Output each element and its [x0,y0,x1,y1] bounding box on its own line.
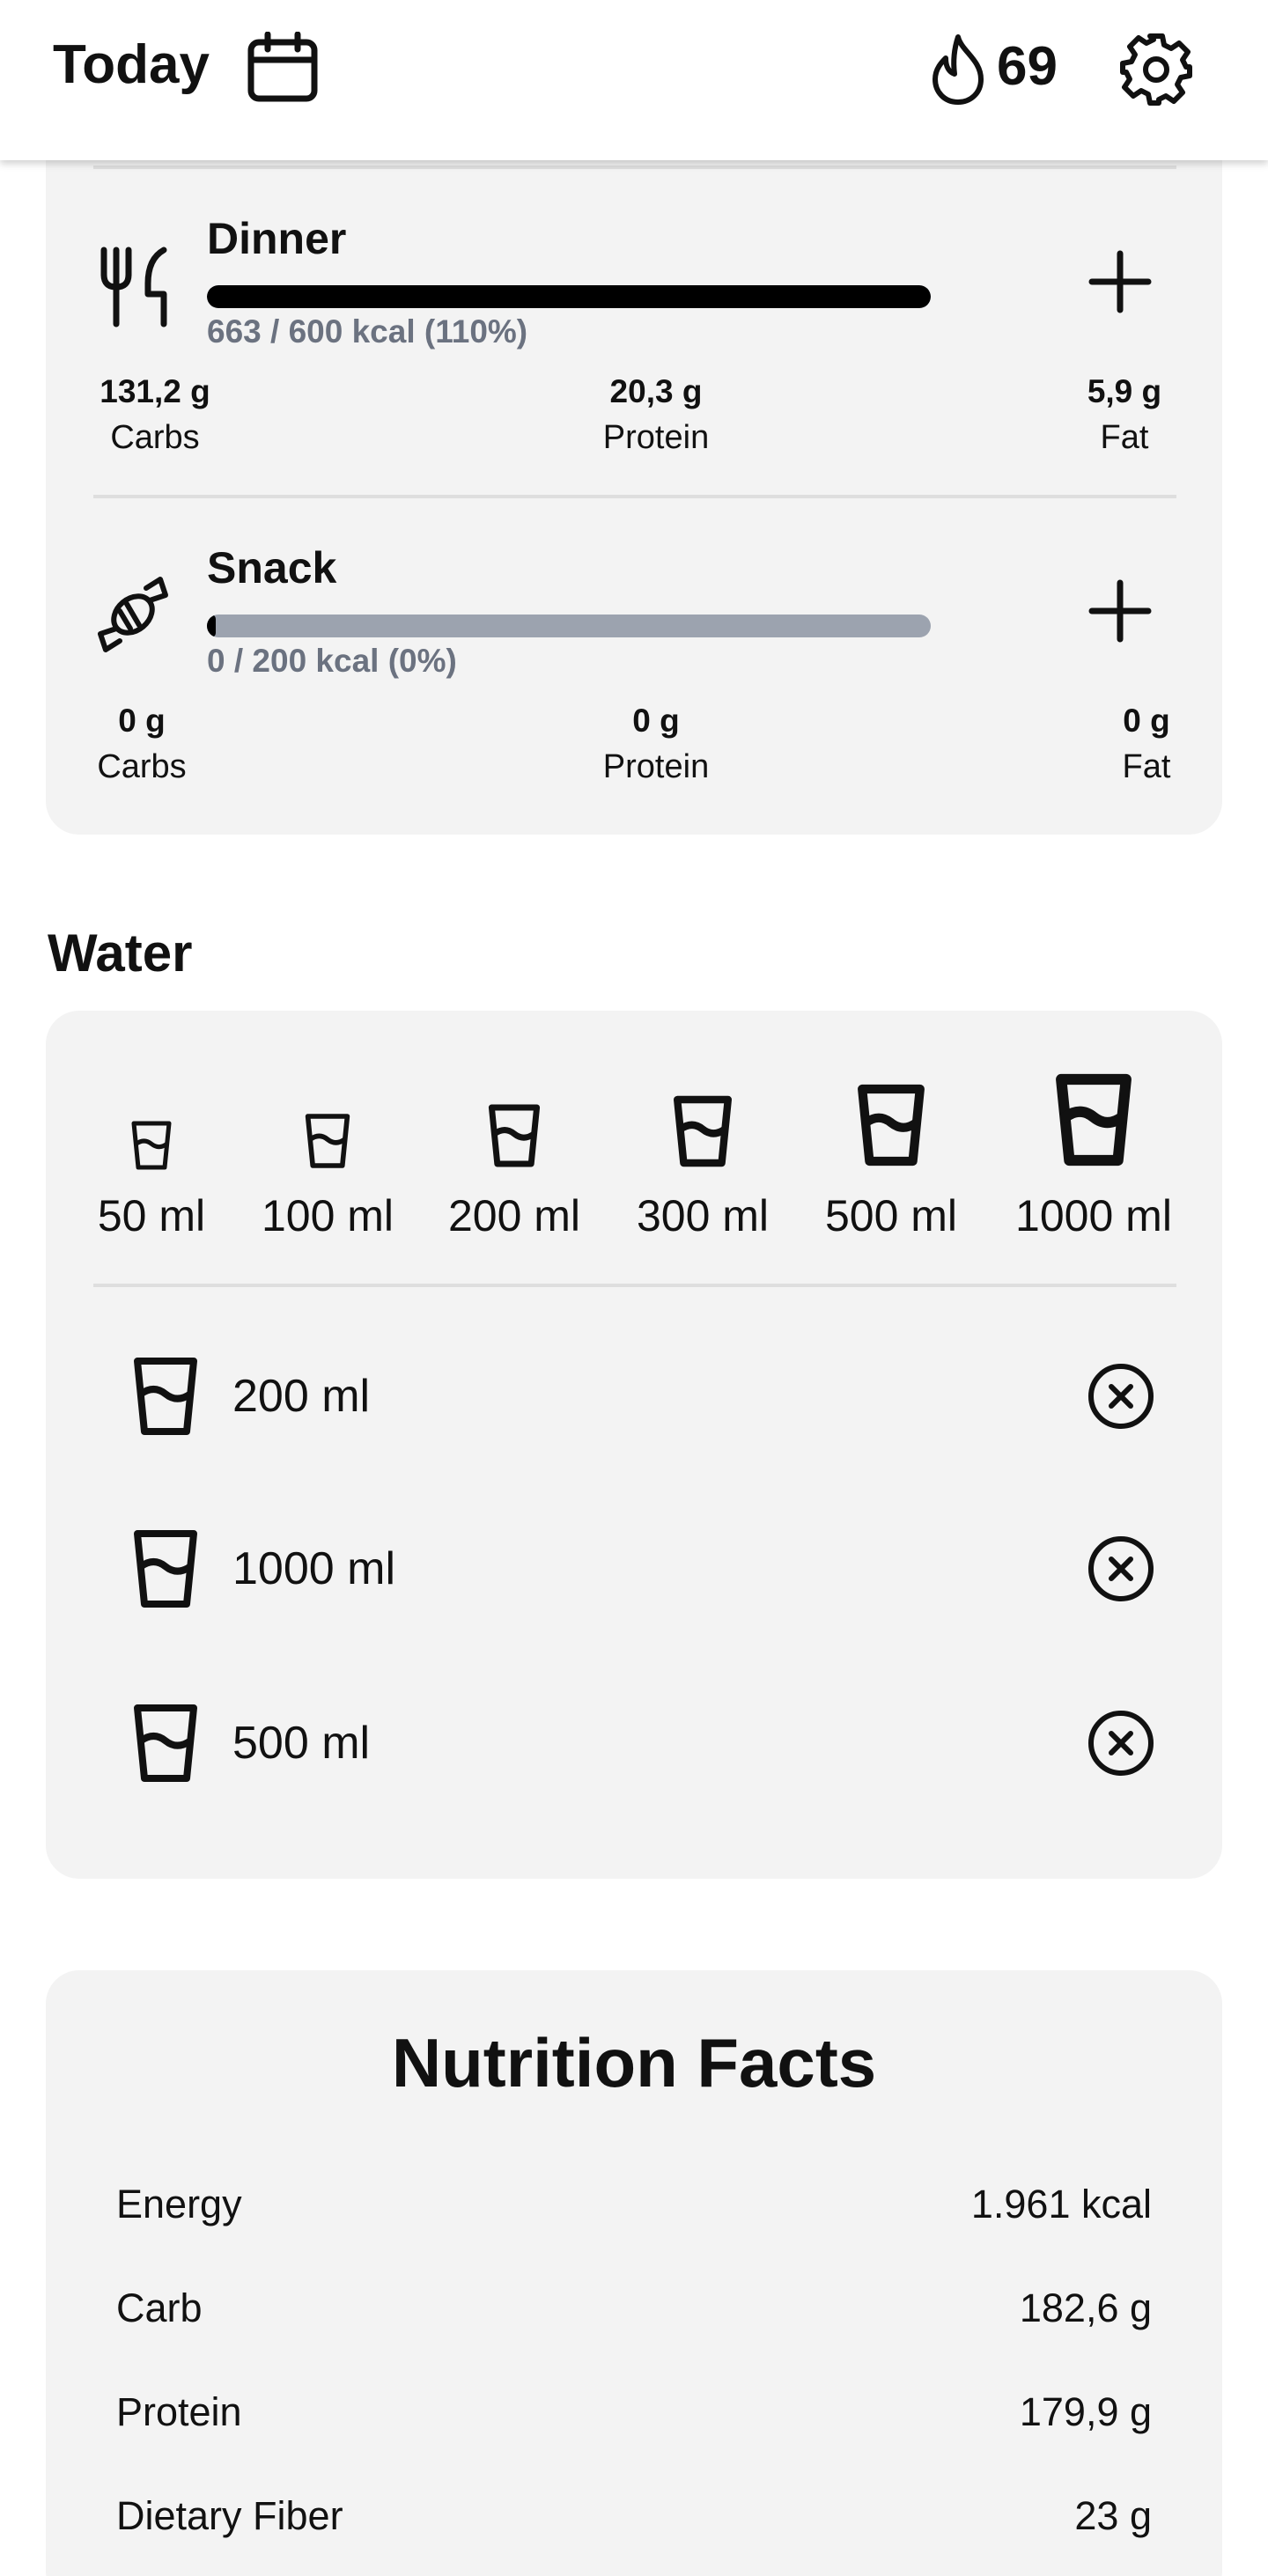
nutrition-row-value: 179,9 g [1019,2389,1152,2434]
dinner-protein: 20,3 g Protein [572,373,740,457]
divider [93,166,1176,169]
snack-progress-fill [207,615,216,637]
water-section-title: Water [48,924,193,983]
water-card: 50 ml 100 ml 200 ml 300 ml 500 ml 1000 ml 200… [46,1011,1222,1879]
macro-value: 0 g [1123,703,1170,739]
fork-knife-icon [100,247,167,328]
remove-water-entry-button[interactable] [1087,1362,1155,1431]
macro-label: Protein [602,748,710,785]
divider [93,495,1176,498]
streak-count: 69 [997,36,1058,97]
water-glass-icon [134,1530,197,1608]
nutrition-row-label: Carb [116,2285,203,2330]
water-option-label: 100 ml [261,1191,394,1240]
water-entry-amount: 1000 ml [232,1543,395,1594]
add-dinner-button[interactable] [1087,248,1154,315]
dinner-progress-fill [207,285,931,308]
add-snack-button[interactable] [1087,578,1154,644]
water-glass-icon [305,1114,350,1168]
water-option-300ml[interactable]: 300 ml [623,1088,782,1241]
snack-fat: 0 g Fat [1102,703,1191,786]
water-entry-amount: 200 ml [232,1371,371,1422]
remove-water-entry-button[interactable] [1087,1709,1155,1777]
water-glass-icon [488,1104,541,1167]
macro-value: 20,3 g [609,373,703,409]
nutrition-row-value: 1.961 kcal [970,2182,1152,2226]
nutrition-row-label: Dietary Fiber [116,2493,343,2538]
nutrition-row-label: Energy [116,2182,242,2226]
dinner-progress-bar [207,285,931,308]
dinner-carbs: 131,2 g Carbs [93,373,217,457]
nutrition-facts-card: Nutrition Facts Energy 1.961 kcal Carb 182,… [46,1970,1222,2576]
macro-label: Carbs [110,419,200,456]
water-option-100ml[interactable]: 100 ml [248,1108,407,1241]
macro-value: 0 g [118,703,166,739]
water-glass-icon [1056,1073,1132,1167]
gear-icon[interactable] [1118,32,1194,107]
water-option-label: 1000 ml [1015,1191,1172,1240]
macro-label: Fat [1100,419,1149,456]
macro-label: Fat [1122,748,1171,785]
flame-icon [933,34,984,105]
water-option-label: 50 ml [97,1191,206,1240]
snack-protein: 0 g Protein [572,703,740,786]
water-glass-icon [674,1095,732,1167]
divider [93,1284,1176,1287]
water-glass-icon [134,1704,197,1782]
water-glass-icon [134,1358,197,1435]
nutrition-row-value: 182,6 g [1019,2285,1152,2330]
macro-label: Protein [602,419,710,456]
water-option-200ml[interactable]: 200 ml [435,1097,593,1241]
water-option-1000ml[interactable]: 1000 ml [1014,1065,1173,1241]
water-option-label: 300 ml [636,1191,770,1240]
water-entry-amount: 500 ml [232,1718,371,1769]
page-title: Today [53,34,210,95]
macro-value: 5,9 g [1087,373,1162,409]
water-glass-icon [858,1084,925,1167]
top-bar: Today 69 [0,0,1268,160]
remove-water-entry-button[interactable] [1087,1535,1155,1603]
macro-value: 0 g [632,703,680,739]
meals-card: Dinner 663 / 600 kcal (110%) 131,2 g Car… [46,132,1222,835]
water-option-500ml[interactable]: 500 ml [812,1076,970,1241]
snack-progress-bar [207,615,931,637]
nutrition-facts-title: Nutrition Facts [391,2024,877,2101]
macro-value: 131,2 g [100,373,210,409]
calendar-icon[interactable] [247,32,319,104]
snack-kcal: 0 / 200 kcal (0%) [207,643,457,679]
nutrition-row-value: 23 g [1074,2493,1152,2538]
candy-icon [98,577,168,652]
water-option-50ml[interactable]: 50 ml [72,1116,231,1241]
meal-name-dinner: Dinner [207,214,347,263]
meal-name-snack: Snack [207,543,337,592]
dinner-kcal: 663 / 600 kcal (110%) [207,313,528,350]
nutrition-row-label: Protein [116,2389,242,2434]
water-option-label: 200 ml [447,1191,581,1240]
macro-label: Carbs [97,748,187,785]
water-option-label: 500 ml [824,1191,958,1240]
dinner-fat: 5,9 g Fat [1076,373,1173,457]
snack-carbs: 0 g Carbs [93,703,190,786]
water-glass-icon [131,1121,172,1170]
